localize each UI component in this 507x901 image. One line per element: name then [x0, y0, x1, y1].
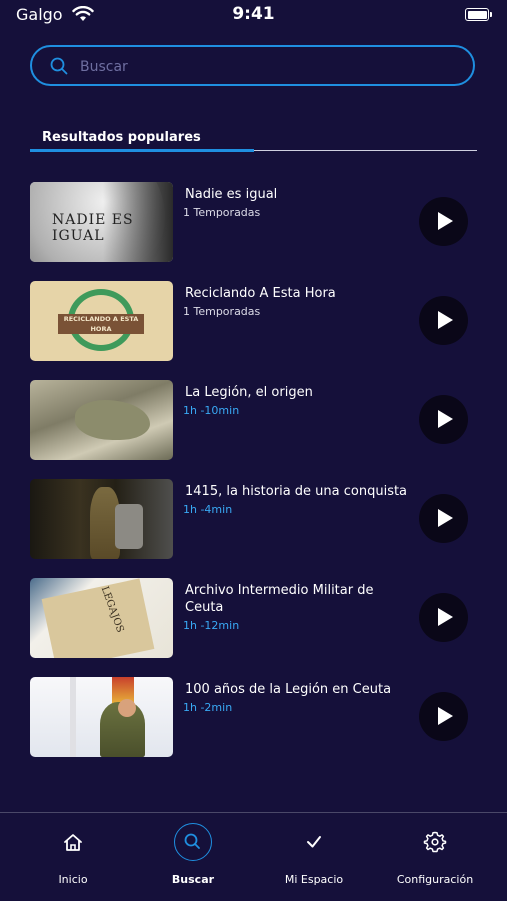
thumbnail[interactable]: NADIE ES IGUAL	[30, 182, 173, 262]
play-button[interactable]	[419, 593, 468, 642]
thumbnail[interactable]: RECICLANDO A ESTA HORA	[30, 281, 173, 361]
result-item[interactable]: La Legión, el origen 1h -10min	[30, 380, 477, 460]
search-icon	[50, 57, 68, 75]
tab-active-indicator	[30, 149, 254, 152]
search-bar[interactable]	[30, 45, 475, 86]
result-title: 1415, la historia de una conquista	[185, 484, 408, 499]
play-button[interactable]	[419, 296, 468, 345]
result-title: Nadie es igual	[185, 187, 278, 202]
result-meta: 1 Temporadas	[183, 305, 261, 318]
result-item[interactable]: NADIE ES IGUAL Nadie es igual 1 Temporad…	[30, 182, 477, 262]
home-icon	[64, 834, 82, 851]
search-input[interactable]	[78, 53, 462, 81]
check-icon	[307, 836, 321, 848]
play-button[interactable]	[419, 395, 468, 444]
thumbnail[interactable]	[30, 677, 173, 757]
tab-label: Mi Espacio	[284, 873, 344, 886]
result-item[interactable]: LEGAJOS Archivo Intermedio Militar de Ce…	[30, 578, 477, 658]
result-item[interactable]: 1415, la historia de una conquista 1h -4…	[30, 479, 477, 559]
battery-icon	[465, 8, 492, 21]
result-item[interactable]: RECICLANDO A ESTA HORA Reciclando A Esta…	[30, 281, 477, 361]
tab-mi-espacio[interactable]: Mi Espacio	[251, 813, 377, 901]
tab-bar: Inicio Buscar Mi Espacio Configuración	[0, 812, 507, 901]
tab-buscar[interactable]: Buscar	[130, 813, 256, 901]
status-bar: Galgo 9:41	[0, 0, 507, 30]
result-meta: 1h -12min	[183, 619, 240, 632]
result-meta: 1 Temporadas	[183, 206, 261, 219]
tab-inicio[interactable]: Inicio	[10, 813, 136, 901]
result-title: La Legión, el origen	[185, 385, 313, 400]
thumbnail[interactable]	[30, 380, 173, 460]
result-meta: 1h -4min	[183, 503, 233, 516]
gear-icon	[423, 831, 447, 853]
result-title: Reciclando A Esta Hora	[185, 286, 336, 301]
result-item[interactable]: 100 años de la Legión en Ceuta 1h -2min	[30, 677, 477, 757]
search-icon	[173, 822, 213, 862]
clock: 9:41	[232, 4, 275, 24]
result-meta: 1h -10min	[183, 404, 240, 417]
tab-popular-results[interactable]: Resultados populares	[42, 130, 201, 145]
play-button[interactable]	[419, 197, 468, 246]
tab-configuracion[interactable]: Configuración	[372, 813, 498, 901]
thumbnail[interactable]: LEGAJOS	[30, 578, 173, 658]
play-button[interactable]	[419, 692, 468, 741]
tab-label: Buscar	[171, 873, 215, 886]
thumbnail[interactable]	[30, 479, 173, 559]
result-meta: 1h -2min	[183, 701, 233, 714]
tab-label: Inicio	[58, 873, 88, 886]
tab-label: Configuración	[396, 873, 474, 886]
result-title: Archivo Intermedio Militar de Ceuta	[185, 583, 374, 615]
play-button[interactable]	[419, 494, 468, 543]
result-title: 100 años de la Legión en Ceuta	[185, 682, 392, 697]
